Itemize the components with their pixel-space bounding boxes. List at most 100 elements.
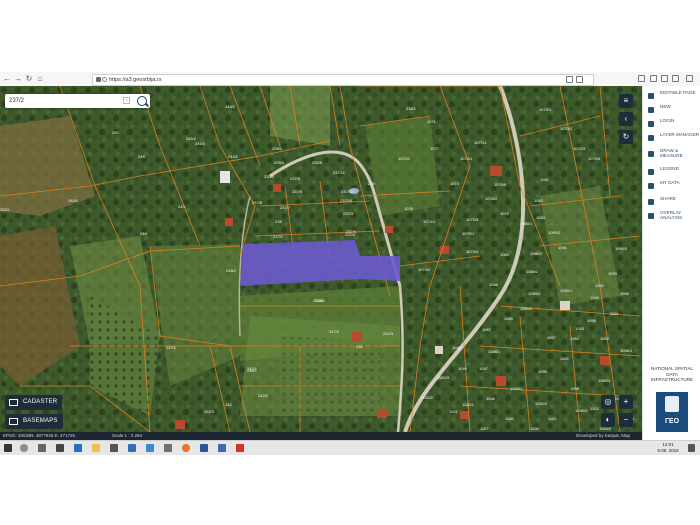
taskbar-clock[interactable]: 14:01 9.09. 2018 <box>654 442 682 454</box>
parcel-label[interactable]: 237/9 <box>346 229 356 234</box>
parcel-label[interactable]: 245/1 <box>225 104 235 109</box>
menu-icon[interactable] <box>686 75 693 82</box>
search-box[interactable]: 237/2 × <box>5 94 150 108</box>
parcel-label[interactable]: 1090/3 <box>615 246 627 251</box>
sidebar-icon[interactable] <box>661 75 668 82</box>
sidebar-item-editable-page[interactable]: EDITABLE PAGE <box>643 90 700 104</box>
parcel-label[interactable]: 1070/3 <box>573 146 585 151</box>
parcel-label[interactable]: 1071 <box>427 119 436 124</box>
geo-logo[interactable]: ГЕО <box>656 392 688 432</box>
parcel-label[interactable]: 1070/4 <box>588 156 600 161</box>
parcel-label[interactable]: 1048 <box>452 345 461 350</box>
parcel-label[interactable]: 1077 <box>430 146 439 151</box>
parcel-label[interactable]: 1053 <box>575 326 584 331</box>
parcel-label[interactable]: 1106 <box>505 416 514 421</box>
parcel-label[interactable]: 243 <box>178 204 185 209</box>
library-icon[interactable] <box>650 75 657 82</box>
parcel-label[interactable]: 1078/1 <box>460 156 472 161</box>
parcel-label[interactable]: 1104 <box>610 311 619 316</box>
parcel-label[interactable]: 1085 <box>504 316 513 321</box>
parcel-label[interactable]: 1102 <box>548 416 557 421</box>
parcel-label[interactable]: 1075/5 <box>494 182 506 187</box>
parcel-label[interactable]: 1101 <box>449 409 458 414</box>
outlook-icon[interactable] <box>128 444 136 452</box>
parcel-label[interactable]: 1105 <box>560 356 569 361</box>
notifications-icon[interactable] <box>688 444 695 452</box>
zoom-in-icon[interactable]: + <box>619 395 633 409</box>
word-icon[interactable] <box>200 444 208 452</box>
parcel-label[interactable]: 252/3 <box>204 409 214 414</box>
parcel-label[interactable]: 1070/1 <box>539 107 551 112</box>
parcel-label[interactable]: 1100/1 <box>462 402 474 407</box>
parcel-label[interactable]: 1084 <box>500 252 509 257</box>
download-icon[interactable] <box>638 75 645 82</box>
parcel-label[interactable]: 1089/1 <box>528 291 540 296</box>
parcel-label[interactable]: 1073 <box>450 181 459 186</box>
parcel-label[interactable]: 1070/2 <box>560 126 572 131</box>
home-icon[interactable]: ⌂ <box>35 73 45 84</box>
app-icon[interactable] <box>146 444 154 452</box>
basemaps-button[interactable]: BASEMAPS <box>5 414 63 429</box>
parcel-label[interactable]: 1074/2 <box>418 267 430 272</box>
parcel-label[interactable]: 237/6 <box>290 176 300 181</box>
parcel-label[interactable]: 1087 <box>482 327 491 332</box>
parcel-label[interactable]: 1075/4 <box>466 249 478 254</box>
clear-icon[interactable]: × <box>123 97 130 104</box>
parcel-label[interactable]: 1088/1 <box>488 349 500 354</box>
sidebar-item-share[interactable]: SHARE <box>643 196 700 210</box>
app3-icon[interactable] <box>218 444 226 452</box>
parcel-label[interactable]: 233/4 <box>264 174 274 179</box>
info-icon[interactable] <box>96 76 101 82</box>
firefox-icon[interactable] <box>182 444 190 452</box>
parcel-label[interactable]: 1072/2 <box>398 156 410 161</box>
parcel-label[interactable]: 1086 <box>489 282 498 287</box>
refresh-icon[interactable]: ↻ <box>619 130 633 144</box>
parcel-label[interactable]: 237/7 <box>280 205 290 210</box>
compass-icon[interactable]: ◐ <box>601 413 615 427</box>
acrobat-icon[interactable] <box>236 444 244 452</box>
parcel-label[interactable]: 1075/3 <box>466 217 478 222</box>
parcel-label[interactable]: 1090/2 <box>548 230 560 235</box>
scale-readout[interactable]: Scale 1 : 3 294 <box>112 432 142 440</box>
parcel-label[interactable]: 1080/1 <box>520 221 532 226</box>
search-icon[interactable] <box>137 96 147 106</box>
parcel-label[interactable]: 1093 <box>608 271 617 276</box>
parcel-label[interactable]: 238/1 <box>406 106 416 111</box>
sidebar-item-new[interactable]: NEW <box>643 104 700 118</box>
parcel-label[interactable]: 1098 <box>570 386 579 391</box>
parcel-label[interactable]: 236 <box>356 344 363 349</box>
parcel-label[interactable]: 242/3 <box>383 331 393 336</box>
parcel-label[interactable]: 235 <box>368 181 375 186</box>
map-view[interactable]: 245/1 250 245/2 244/1 249 248/1 246 245/3 243 248… <box>0 86 642 432</box>
parcel-label[interactable]: 1049 <box>458 366 467 371</box>
parcel-label[interactable]: 1091 <box>558 245 567 250</box>
store-icon[interactable] <box>110 444 118 452</box>
parcel-label[interactable]: 237/3 <box>343 211 353 216</box>
parcel-label[interactable]: 249 <box>138 154 145 159</box>
parcel-label[interactable]: 228/1 <box>272 146 282 151</box>
parcel-label[interactable]: 1078/2 <box>485 196 497 201</box>
parcel-label[interactable]: 1050/2 <box>535 401 547 406</box>
mail-icon[interactable] <box>56 444 64 452</box>
parcel-label[interactable]: 1089/2 <box>520 306 532 311</box>
parcel-label[interactable]: 1052 <box>570 336 579 341</box>
parcel-label[interactable]: 1097 <box>547 335 556 340</box>
parcel-label[interactable]: 1108 <box>530 426 539 431</box>
parcel-label[interactable]: 1081 <box>540 177 549 182</box>
parcel-label[interactable]: 1046 <box>486 396 495 401</box>
parcel-label[interactable]: 246 <box>140 231 147 236</box>
parcel-label[interactable]: 1099 <box>538 369 547 374</box>
parcel-label[interactable]: 1050/1 <box>510 386 522 391</box>
sidebar-item-my-data[interactable]: MY DATA <box>643 180 700 194</box>
cadaster-button[interactable]: CADASTER <box>5 395 63 410</box>
start-icon[interactable] <box>4 444 12 452</box>
address-bar[interactable]: https://a3.geosrbija.rs <box>92 73 594 86</box>
parcel-label[interactable]: 1050/3 <box>575 408 587 413</box>
parcel-label[interactable]: 237/8 <box>252 200 262 205</box>
parcel-label[interactable]: 247/2 <box>329 329 339 334</box>
search-input[interactable]: 237/2 <box>9 94 24 108</box>
parcel-label[interactable]: 244/1 <box>228 154 238 159</box>
parcel-label[interactable]: 1080/2 <box>530 251 542 256</box>
parcel-label[interactable]: 238 <box>275 219 282 224</box>
parcel-label[interactable]: 242/1 <box>247 366 257 371</box>
